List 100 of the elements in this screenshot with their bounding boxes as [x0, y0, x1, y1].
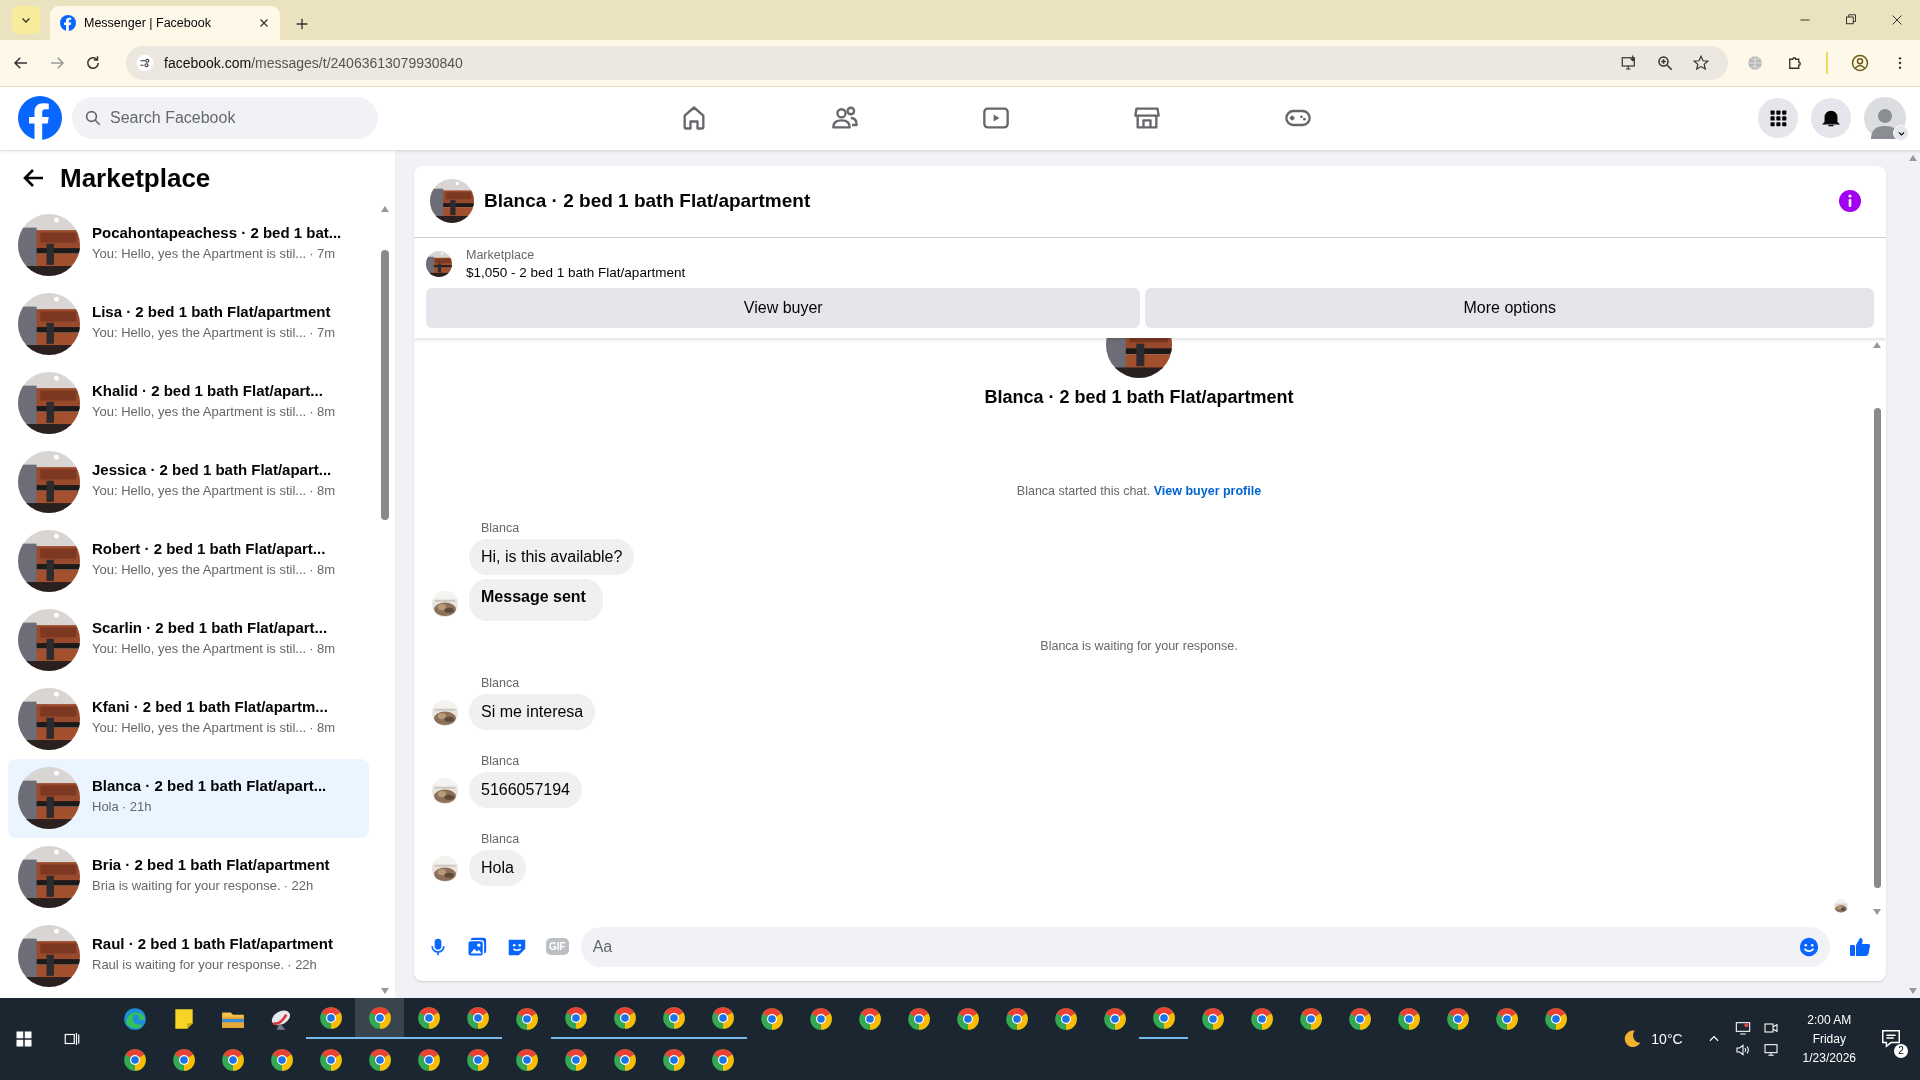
- browser-icon[interactable]: [660, 1004, 687, 1031]
- browser-icon[interactable]: [905, 1005, 932, 1032]
- browser-icon[interactable]: [1052, 1005, 1079, 1032]
- browser-icon[interactable]: [170, 1046, 197, 1073]
- network-icon[interactable]: [1762, 1042, 1779, 1058]
- address-bar[interactable]: facebook.com/messages/t/24063613079930840: [126, 45, 1728, 80]
- clock-date: 1/23/2026: [1802, 1051, 1856, 1065]
- browser-tab[interactable]: Messenger | Facebook: [50, 5, 280, 40]
- browser-icon[interactable]: [856, 1005, 883, 1032]
- profile-icon[interactable]: [1850, 52, 1870, 73]
- scroll-down-icon[interactable]: [1908, 988, 1917, 994]
- browser-icon[interactable]: [1542, 1005, 1569, 1032]
- browser-icon[interactable]: [317, 1046, 344, 1073]
- browser-icon[interactable]: [562, 1004, 589, 1031]
- browser-icon[interactable]: [1101, 1005, 1128, 1032]
- browser-icon[interactable]: [562, 1046, 589, 1073]
- timestamp: · 7m: [309, 324, 336, 340]
- reload-icon[interactable]: [84, 53, 102, 72]
- conversation-title: Scarlin · 2 bed 1 bath Flat/apart...: [92, 618, 329, 636]
- chat-title: Blanca · 2 bed 1 bath Flat/apartment: [484, 190, 812, 213]
- browser-icon[interactable]: [464, 1046, 491, 1073]
- apps-button[interactable]: [1758, 98, 1798, 139]
- browser-icon[interactable]: [121, 1005, 148, 1032]
- browser-icon[interactable]: [611, 1046, 638, 1073]
- browser-icon[interactable]: [1150, 1004, 1177, 1031]
- sender-name: Blanca: [481, 753, 521, 768]
- browser-icon[interactable]: [366, 1004, 393, 1031]
- browser-icon[interactable]: [415, 1046, 442, 1073]
- browser-icon[interactable]: [513, 1046, 540, 1073]
- site-settings-icon[interactable]: [136, 53, 154, 72]
- close-icon[interactable]: [258, 16, 270, 29]
- bell-icon: [1821, 108, 1841, 129]
- conversation-title: Raul · 2 bed 1 bath Flat/apartment: [92, 934, 333, 952]
- taskbar-button[interactable]: [355, 998, 404, 1039]
- conversation-title: Jessica · 2 bed 1 bath Flat/apart...: [92, 460, 333, 478]
- browser-icon[interactable]: [1346, 1005, 1373, 1032]
- clock-day: Friday: [1812, 1032, 1846, 1046]
- notifications-button[interactable]: [1811, 98, 1851, 139]
- star-icon[interactable]: [1692, 53, 1710, 72]
- conversation-title: Lisa · 2 bed 1 bath Flat/apartment: [92, 302, 332, 320]
- browser-icon[interactable]: [1003, 1005, 1030, 1032]
- scrollbar-thumb[interactable]: [1873, 407, 1881, 888]
- favicon-icon[interactable]: [60, 14, 76, 31]
- browser-icon[interactable]: [513, 1005, 540, 1032]
- conversation-title: Kfani · 2 bed 1 bath Flat/apartm...: [92, 697, 329, 715]
- browser-icon[interactable]: [1395, 1005, 1422, 1032]
- install-icon[interactable]: [1620, 53, 1638, 72]
- message-field[interactable]: Aa: [580, 926, 1830, 967]
- browser-icon[interactable]: [121, 1046, 148, 1073]
- browser-icon[interactable]: [709, 1046, 736, 1073]
- scroll-up-icon[interactable]: [1873, 341, 1881, 348]
- scroll-down-icon[interactable]: [1873, 908, 1881, 915]
- browser-icon[interactable]: [366, 1046, 393, 1073]
- timestamp: · 8m: [309, 561, 336, 577]
- logo-icon[interactable]: [18, 96, 62, 141]
- browser-icon[interactable]: [1248, 1005, 1275, 1032]
- conversation-item[interactable]: Blanca · 2 bed 1 bath Flat/apart... Hola · 21h: [8, 758, 369, 838]
- browser-icon[interactable]: [954, 1005, 981, 1032]
- scrollbar-thumb[interactable]: [381, 249, 389, 520]
- scroll-up-icon[interactable]: [1908, 154, 1917, 161]
- windows-start-icon[interactable]: [15, 1030, 33, 1048]
- scroll-down-icon[interactable]: [381, 988, 389, 994]
- microphone-icon[interactable]: [428, 936, 448, 957]
- timestamp: · 8m: [309, 403, 336, 419]
- action-button[interactable]: More options: [1145, 287, 1874, 328]
- browser-icon[interactable]: [1297, 1005, 1324, 1032]
- browser-icon[interactable]: [807, 1005, 834, 1032]
- action-button[interactable]: View buyer: [426, 287, 1141, 328]
- browser-icon[interactable]: [758, 1005, 785, 1032]
- profile-avatar[interactable]: [1864, 97, 1906, 140]
- camera-icon[interactable]: [1762, 1020, 1779, 1036]
- browser-icon[interactable]: [1493, 1005, 1520, 1032]
- browser-icon[interactable]: [268, 1046, 295, 1073]
- zoom-icon[interactable]: [1656, 53, 1674, 72]
- conversation-title: Khalid · 2 bed 1 bath Flat/apart...: [92, 381, 324, 399]
- profile-link[interactable]: View buyer profile: [1153, 483, 1262, 498]
- scroll-up-icon[interactable]: [381, 205, 389, 212]
- search-field[interactable]: Search Facebook: [72, 97, 378, 140]
- emoji-icon[interactable]: [1798, 935, 1820, 958]
- listing-summary: $1,050 - 2 bed 1 bath Flat/apartment: [466, 264, 686, 280]
- browser-icon[interactable]: [1444, 1005, 1471, 1032]
- browser-icon[interactable]: [709, 1004, 736, 1031]
- message-bubble: Message sent: [469, 578, 603, 621]
- browser-icon[interactable]: [611, 1004, 638, 1031]
- browser-icon[interactable]: [415, 1004, 442, 1031]
- speaker-icon[interactable]: [1734, 1042, 1751, 1058]
- browser-icon[interactable]: [660, 1046, 687, 1073]
- image-icon[interactable]: [466, 935, 488, 958]
- browser-icon[interactable]: [317, 1004, 344, 1031]
- timestamp: · 7m: [309, 245, 336, 261]
- browser-icon[interactable]: [464, 1004, 491, 1031]
- monitor-icon[interactable]: [1734, 1020, 1751, 1036]
- timestamp: · 8m: [309, 719, 336, 735]
- timestamp: · 21h: [121, 798, 152, 814]
- message-bubble: Hola: [469, 849, 526, 886]
- browser-icon[interactable]: [219, 1046, 246, 1073]
- sidebar-title: Marketplace: [60, 162, 211, 194]
- info-icon[interactable]: [1838, 189, 1862, 214]
- task-view-icon[interactable]: [63, 1030, 81, 1048]
- browser-icon[interactable]: [1199, 1005, 1226, 1032]
